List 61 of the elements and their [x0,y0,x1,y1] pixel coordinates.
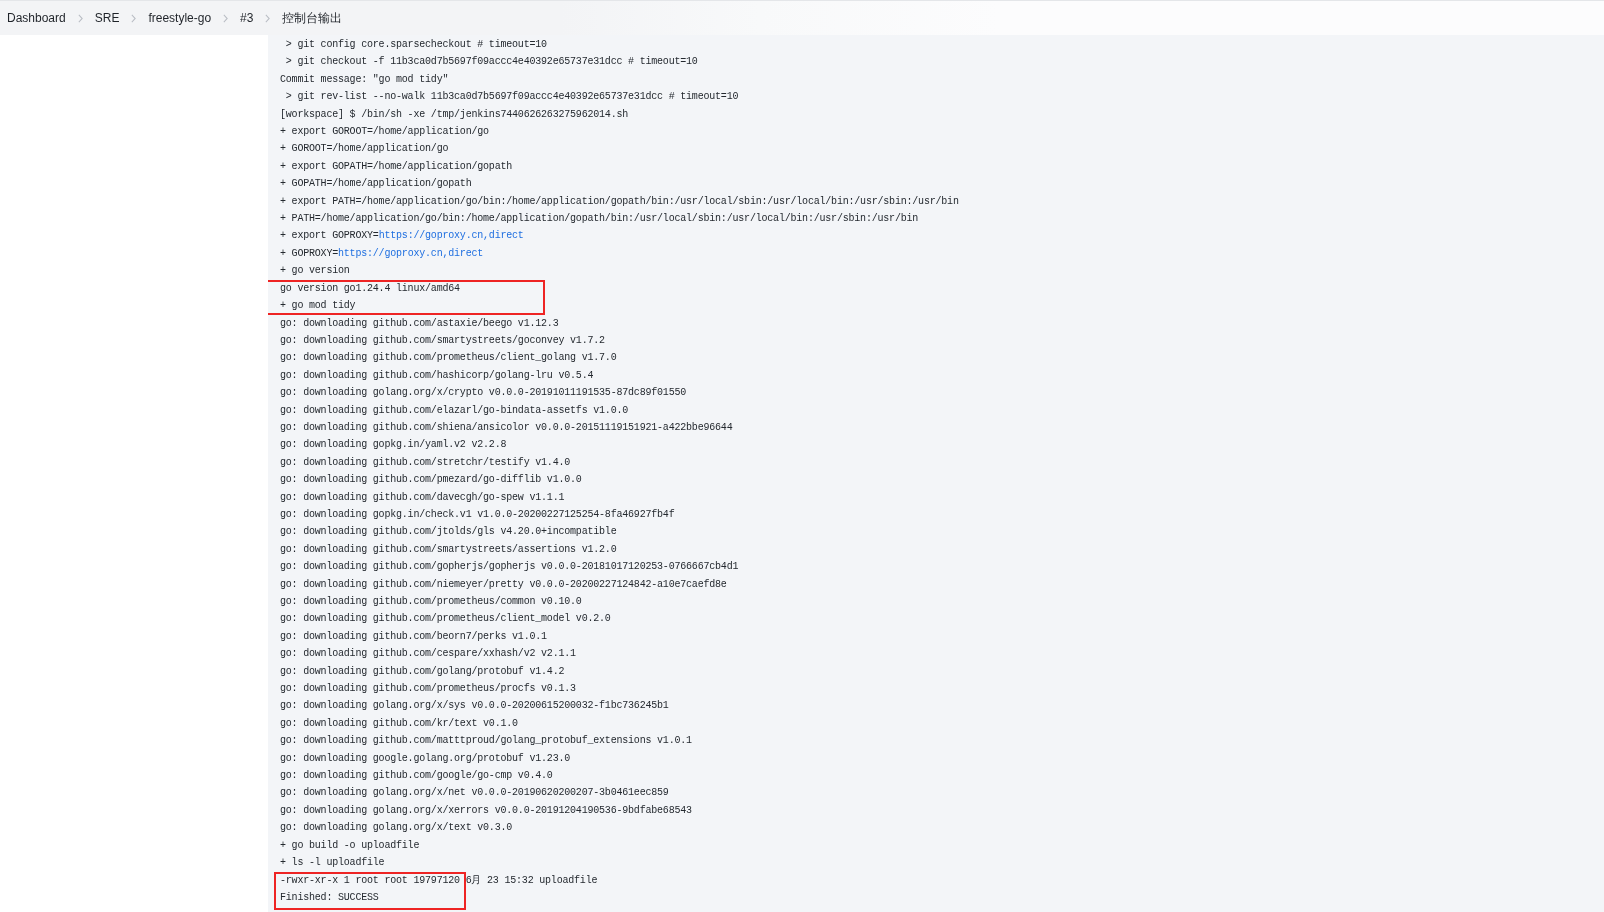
log-line: + GOPROXY=https://goproxy.cn,direct [280,246,484,261]
log-line: go: downloading github.com/astaxie/beego v1.12.3 [280,316,559,331]
log-line: go: downloading github.com/matttproud/golang_protobuf_extensions v1.0.1 [280,734,692,749]
log-line: go: downloading github.com/prometheus/client_golang v1.7.0 [280,351,617,366]
chevron-icon [265,13,271,23]
chevron-icon [131,13,137,23]
log-line: > git checkout -f 11b3ca0d7b5697f09accc4e40392e65737e31dcc # timeout=10 [284,55,698,70]
log-line: go: downloading github.com/hashicorp/golang-lru v0.5.4 [280,368,594,383]
log-line: go: downloading golang.org/x/sys v0.0.0-20200615200032-f1bc736245b1 [280,699,669,714]
log-line: + ls -l uploadfile [280,856,385,871]
log-line: + go build -o uploadfile [280,838,420,853]
log-line: go: downloading github.com/prometheus/common v0.10.0 [280,595,582,609]
log-link[interactable]: https://goproxy.cn,direct [378,230,524,242]
log-line: go: downloading github.com/gopherjs/gopherjs v0.0.0-20181017120253-0766667cb4d1 [280,560,739,575]
breadcrumb-link[interactable]: freestyle-go [148,11,212,25]
log-line: + export GOROOT=/home/application/go [280,125,489,140]
log-line: + GOPATH=/home/application/gopath [280,177,472,192]
log-line: go: downloading gopkg.in/yaml.v2 v2.2.8 [280,438,507,453]
log-line: go: downloading github.com/davecgh/go-spew v1.1.1 [280,490,565,505]
log-line: go: downloading github.com/kr/text v0.1.0 [280,716,518,731]
log-line: go: downloading github.com/prometheus/client_model v0.2.0 [280,612,611,627]
log-line: go: downloading golang.org/x/crypto v0.0.0-20191011191535-87dc89f01550 [280,386,687,401]
log-line: + go version [280,264,350,279]
log-link[interactable]: https://goproxy.cn,direct [338,247,484,259]
log-line: go: downloading golang.org/x/xerrors v0.0.0-20191204190536-9bdfabe68543 [280,803,692,818]
log-line: go: downloading github.com/jtolds/gls v4.20.0+incompatible [280,525,617,540]
log-line: + GOROOT=/home/application/go [280,142,449,157]
log-line: -rwxr-xr-x 1 root root 19797120 6月 23 15:32 uploadfile [280,873,598,888]
breadcrumb-link[interactable]: #3 [240,11,254,25]
log-line: go: downloading github.com/smartystreets/assertions v1.2.0 [280,542,617,557]
log-line: go: downloading github.com/cespare/xxhash/v2 v2.1.1 [280,647,576,662]
chevron-icon [77,13,83,23]
log-line: go: downloading github.com/smartystreets/goconvey v1.7.2 [280,333,605,348]
log-line: go: downloading github.com/shiena/ansicolor v0.0.0-20151119151921-a422bbe96644 [280,420,733,435]
log-line: go: downloading github.com/prometheus/procfs v0.1.3 [280,682,576,697]
breadcrumb-link[interactable]: 控制台输出 [282,9,343,27]
breadcrumb-link[interactable]: SRE [94,11,120,25]
log-line: go: downloading gopkg.in/check.v1 v1.0.0-20200227125254-8fa46927fb4f [280,507,675,522]
breadcrumb-link[interactable]: Dashboard [7,11,66,25]
log-line: go: downloading golang.org/x/net v0.0.0-20190620200207-3b0461eec859 [280,786,669,801]
log-line: + export GOPROXY=https://goproxy.cn,direct [280,229,524,244]
log-line: > git config core.sparsecheckout # timeout=10 [284,38,547,52]
log-line: go: downloading github.com/elazarl/go-bindata-assetfs v1.0.0 [280,403,629,418]
log-line: > git rev-list --no-walk 11b3ca0d7b5697f09accc4e40392e65737e31dcc # timeout=10 [284,90,739,105]
log-line: + export GOPATH=/home/application/gopath [280,159,513,174]
log-line: go version go1.24.4 linux/amd64 [280,281,460,296]
log-line: go: downloading github.com/pmezard/go-difflib v1.0.0 [280,473,582,488]
log-line: go: downloading github.com/stretchr/testify v1.4.0 [280,455,571,470]
log-line: go: downloading github.com/beorn7/perks v1.0.1 [280,629,547,644]
log-line: Finished: SUCCESS [280,890,379,905]
log-line: go: downloading golang.org/x/text v0.3.0 [280,821,513,836]
log-line: + PATH=/home/application/go/bin:/home/application/gopath/bin:/usr/local/sbin:/usr/local/bin:/usr/sbin:/usr/bin [280,212,919,227]
log-line: go: downloading google.golang.org/protobuf v1.23.0 [280,751,571,766]
log-line: [workspace] $ /bin/sh -xe /tmp/jenkins7440626263275962014.sh [280,107,629,122]
log-line: Commit message: "go mod tidy" [280,72,449,87]
log-line: go: downloading github.com/niemeyer/pretty v0.0.0-20200227124842-a10e7caefd8e [280,577,727,592]
log-line: + go mod tidy [280,299,356,314]
log-line: go: downloading github.com/google/go-cmp v0.4.0 [280,769,553,784]
chevron-icon [223,13,229,23]
log-line: go: downloading github.com/golang/protobuf v1.4.2 [280,664,565,679]
log-line: + export PATH=/home/application/go/bin:/home/application/gopath/bin:/usr/local/sbin:/usr/local/bin:/usr/sbin:/usr/bin [280,194,959,209]
